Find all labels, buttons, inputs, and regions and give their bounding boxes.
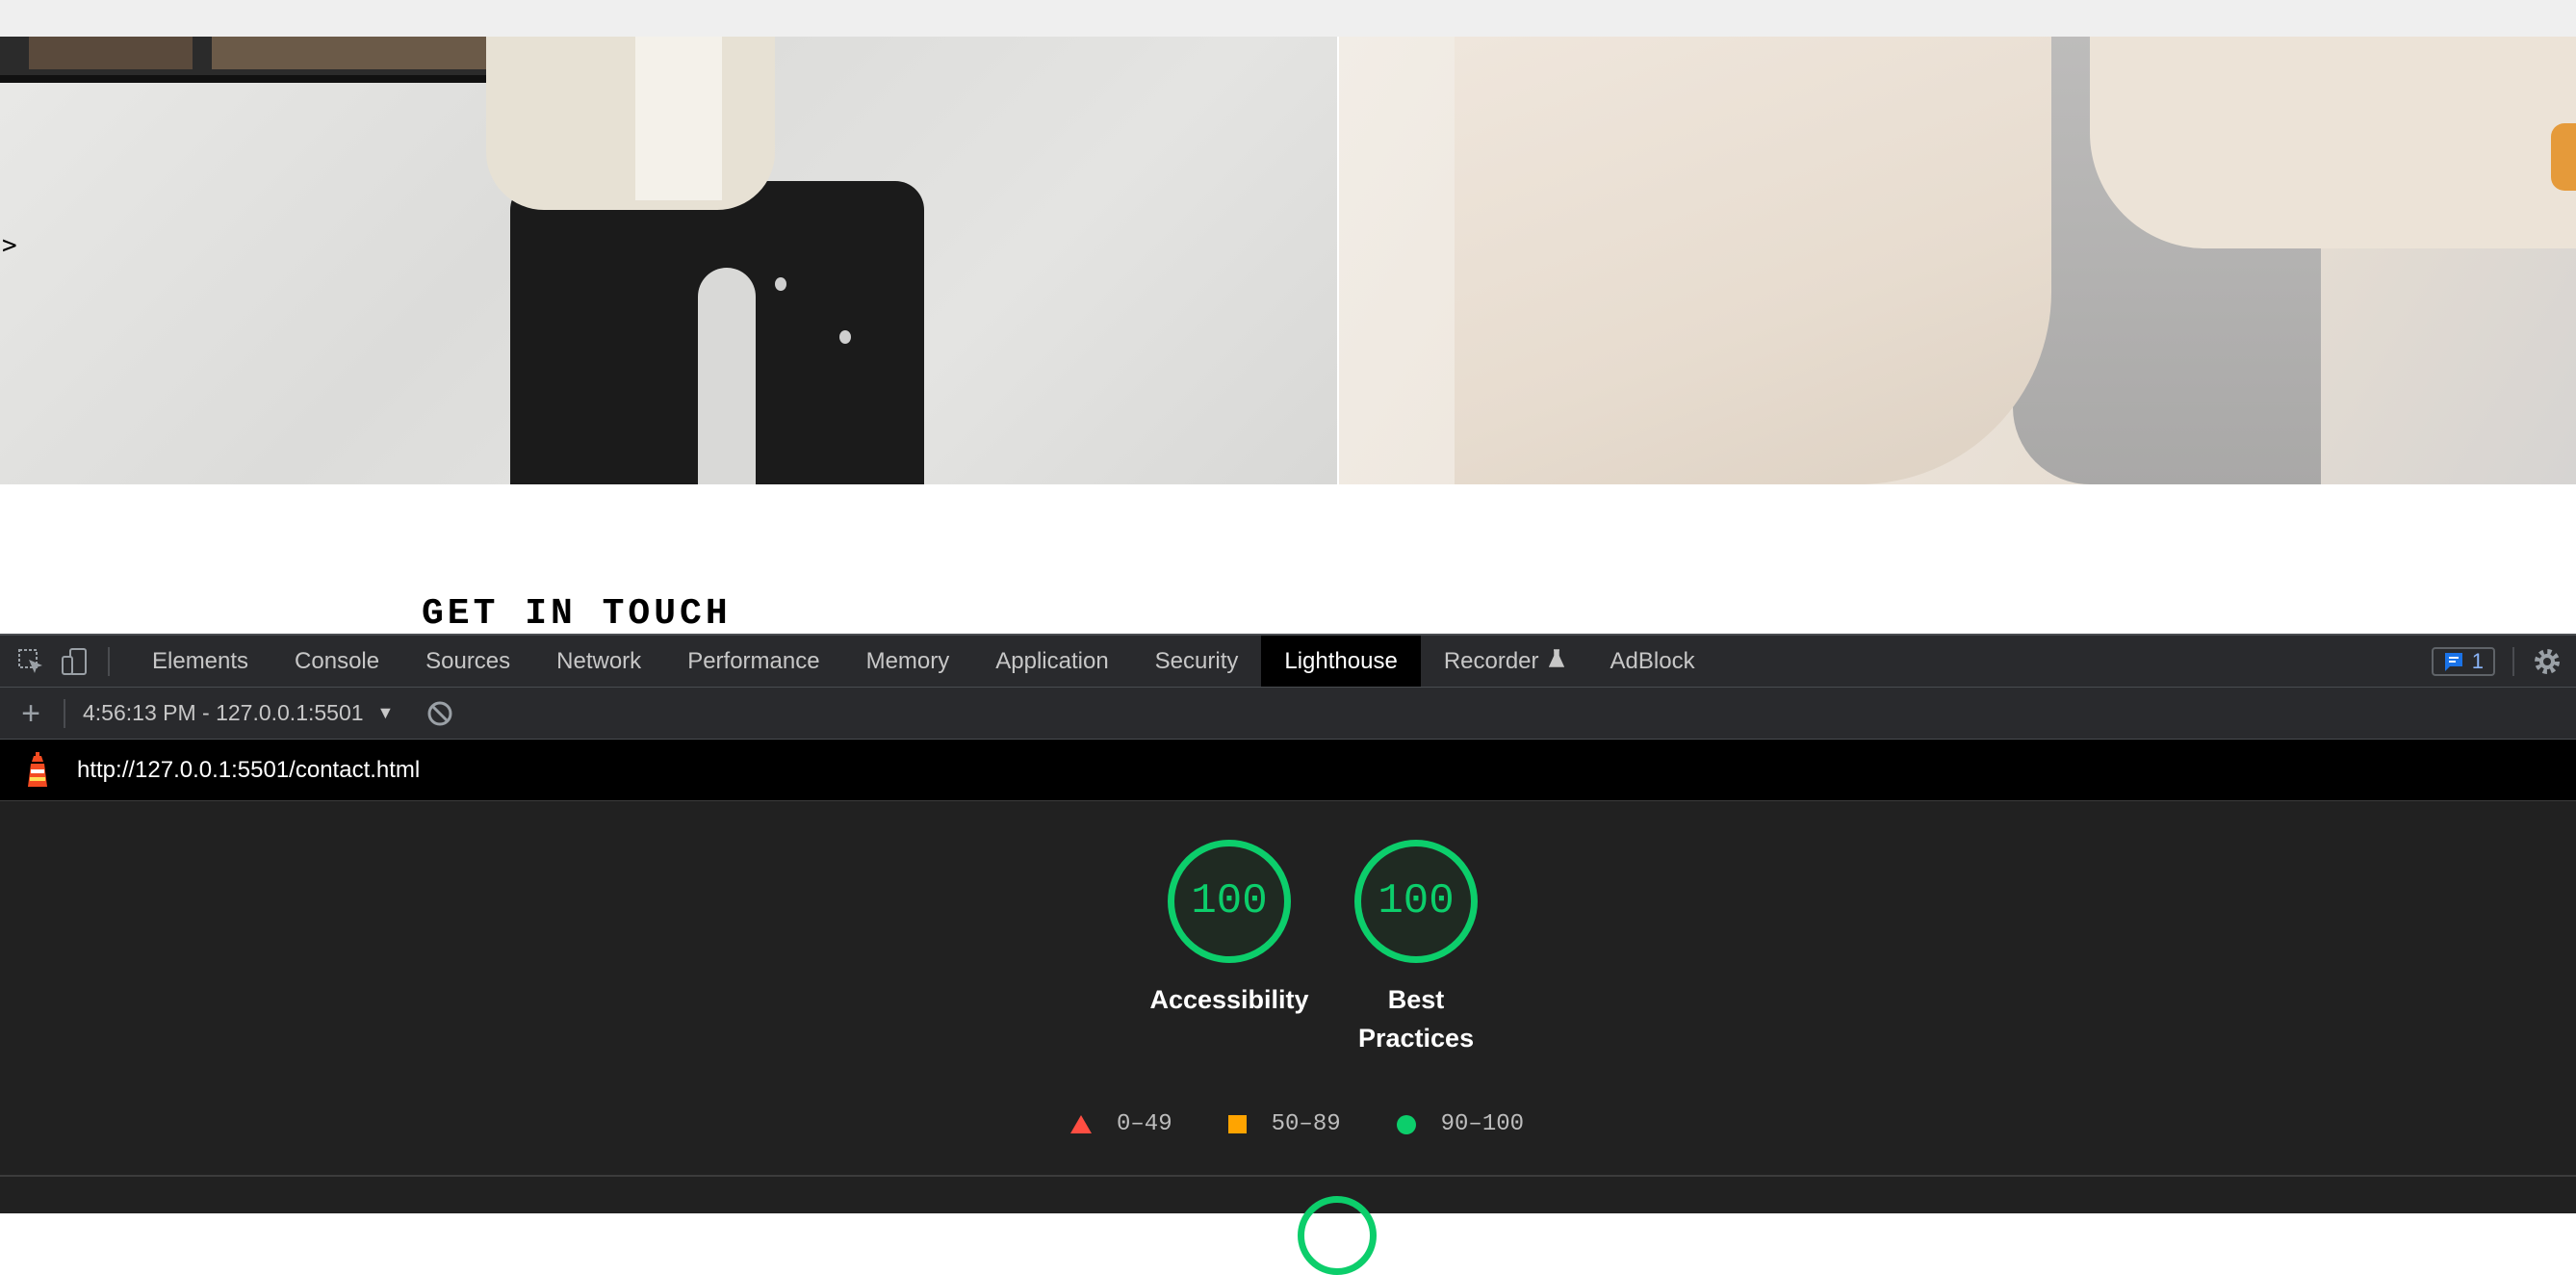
tab-sources[interactable]: Sources bbox=[402, 636, 533, 687]
lighthouse-logo-icon bbox=[25, 751, 50, 789]
score-gauges: 100 Accessibility 100 Best Practices bbox=[1149, 840, 1490, 1057]
clear-reports-icon[interactable] bbox=[426, 700, 453, 727]
photo-rivet bbox=[775, 277, 786, 291]
report-select-dropdown[interactable]: 4:56:13 PM - 127.0.0.1:5501 ▼ bbox=[83, 700, 394, 726]
carousel-arrow[interactable]: > bbox=[2, 233, 17, 258]
tab-security[interactable]: Security bbox=[1132, 636, 1262, 687]
inspect-element-icon[interactable] bbox=[12, 642, 50, 681]
photo-window-pane bbox=[29, 37, 193, 69]
image-gallery bbox=[0, 37, 2576, 484]
photo-jacket bbox=[486, 37, 775, 210]
tab-lighthouse[interactable]: Lighthouse bbox=[1261, 636, 1421, 687]
tabbar-right: 1 bbox=[2431, 636, 2576, 687]
new-report-button[interactable]: + bbox=[12, 697, 50, 730]
toolbar-divider bbox=[64, 698, 65, 728]
gauge-score: 100 bbox=[1378, 877, 1455, 925]
gauge-label: Best Practices bbox=[1358, 985, 1475, 1053]
gallery-photo-right[interactable] bbox=[1336, 37, 2576, 484]
pass-circle-icon bbox=[1396, 1114, 1416, 1134]
tab-elements[interactable]: Elements bbox=[129, 636, 271, 687]
report-divider bbox=[0, 1175, 2576, 1177]
tab-memory[interactable]: Memory bbox=[843, 636, 973, 687]
devtools-panel: Elements Console Sources Network Perform… bbox=[0, 634, 2576, 1275]
legend-fail: 0–49 bbox=[1070, 1111, 1172, 1137]
gauge-ring: 100 bbox=[1354, 840, 1478, 963]
gauge-best-practices[interactable]: 100 Best Practices bbox=[1342, 840, 1490, 1057]
legend-pass-range: 90–100 bbox=[1440, 1111, 1525, 1137]
gauge-label: Accessibility bbox=[1149, 985, 1309, 1014]
dropdown-caret-icon: ▼ bbox=[376, 703, 395, 722]
settings-gear-icon[interactable] bbox=[2532, 646, 2563, 677]
issues-count: 1 bbox=[2471, 648, 2484, 673]
average-square-icon bbox=[1227, 1115, 1247, 1133]
score-scale-legend: 0–49 50–89 90–100 bbox=[1070, 1111, 1580, 1137]
tab-network[interactable]: Network bbox=[533, 636, 664, 687]
report-url-bar: http://127.0.0.1:5501/contact.html bbox=[0, 740, 2576, 801]
tab-console[interactable]: Console bbox=[271, 636, 402, 687]
issues-badge[interactable]: 1 bbox=[2431, 646, 2495, 676]
web-page: > GET IN TOUCH bbox=[0, 0, 2576, 634]
photo-fabric bbox=[1454, 37, 2051, 484]
device-toolbar-icon[interactable] bbox=[56, 642, 94, 681]
devtools-tabbar: Elements Console Sources Network Perform… bbox=[0, 634, 2576, 688]
photo-window-pane bbox=[212, 37, 491, 69]
gallery-photo-left[interactable] bbox=[0, 37, 1337, 484]
photo-rivet bbox=[839, 330, 851, 344]
page-top-strip bbox=[0, 0, 2576, 37]
toolbar-divider bbox=[108, 646, 110, 676]
gauge-accessibility[interactable]: 100 Accessibility bbox=[1149, 840, 1309, 1057]
message-icon bbox=[2444, 652, 2462, 671]
gauge-ring: 100 bbox=[1168, 840, 1291, 963]
report-select-label: 4:56:13 PM - 127.0.0.1:5501 bbox=[83, 700, 364, 725]
legend-pass: 90–100 bbox=[1396, 1111, 1525, 1137]
legend-average-range: 50–89 bbox=[1271, 1111, 1341, 1137]
tab-recorder[interactable]: Recorder bbox=[1421, 636, 1587, 687]
gauge-score: 100 bbox=[1191, 877, 1268, 925]
gauge-ring-partial bbox=[1298, 1196, 1377, 1275]
lighthouse-report: 100 Accessibility 100 Best Practices 0–4… bbox=[0, 801, 2576, 1275]
get-in-touch-heading: GET IN TOUCH bbox=[422, 593, 732, 634]
photo-fabric bbox=[2089, 37, 2576, 248]
tab-performance[interactable]: Performance bbox=[664, 636, 842, 687]
legend-fail-range: 0–49 bbox=[1117, 1111, 1172, 1137]
photo-wall-gap bbox=[698, 268, 756, 484]
report-url[interactable]: http://127.0.0.1:5501/contact.html bbox=[77, 757, 420, 784]
tab-adblock[interactable]: AdBlock bbox=[1587, 636, 1718, 687]
legend-average: 50–89 bbox=[1227, 1111, 1341, 1137]
photo-orange-detail bbox=[2551, 123, 2576, 191]
fail-triangle-icon bbox=[1070, 1115, 1092, 1133]
lighthouse-toolbar: + 4:56:13 PM - 127.0.0.1:5501 ▼ bbox=[0, 688, 2576, 740]
photo-shirt bbox=[635, 37, 722, 200]
flask-icon bbox=[1548, 648, 1564, 674]
tab-recorder-label: Recorder bbox=[1443, 647, 1539, 674]
tab-application[interactable]: Application bbox=[972, 636, 1131, 687]
tabbar-divider bbox=[2512, 646, 2514, 676]
